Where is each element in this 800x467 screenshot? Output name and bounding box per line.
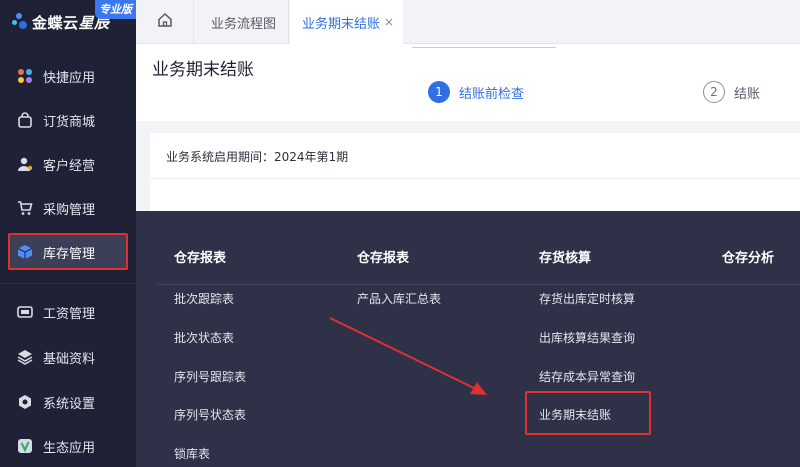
sidebar-item-customer[interactable]: 客户经营 [0, 144, 136, 184]
step-2[interactable]: 2 结账 [703, 81, 760, 103]
home-icon [157, 12, 173, 32]
sidebar: 金蝶云星辰 专业版 快捷应用 订货商城 客户经营 采购管理 库存管理 工资管理 … [0, 0, 136, 467]
tab-label: 业务期末结账 [302, 16, 381, 32]
sidebar-item-label: 采购管理 [43, 202, 96, 218]
divider [156, 284, 800, 285]
tab-period-end-closing[interactable]: 业务期末结账 × [290, 0, 403, 44]
sidebar-item-inventory[interactable]: 库存管理 [0, 232, 136, 272]
column-header: 存货核算 [539, 251, 592, 266]
menu-item-outbound-costing-query[interactable]: 出库核算结果查询 [539, 329, 635, 346]
divider [150, 178, 800, 179]
menu-item-batch-status[interactable]: 批次状态表 [174, 329, 234, 346]
sidebar-item-label: 基础资料 [43, 351, 96, 367]
payroll-icon [16, 303, 34, 321]
sidebar-item-ecosystem[interactable]: 生态应用 [0, 426, 136, 466]
close-icon[interactable]: × [384, 15, 394, 29]
menu-item-scheduled-outbound-costing[interactable]: 存货出库定时核算 [539, 290, 635, 307]
sidebar-item-label: 客户经营 [43, 158, 96, 174]
sidebar-item-label: 库存管理 [43, 246, 96, 262]
edition-badge: 专业版 [95, 0, 136, 19]
sidebar-item-label: 快捷应用 [43, 70, 96, 86]
step-label: 结账前检查 [459, 86, 525, 102]
column-header: 仓存报表 [174, 251, 227, 266]
customer-icon [16, 155, 34, 173]
tab-business-flow[interactable]: 业务流程图 [195, 0, 289, 44]
sidebar-item-quick-apps[interactable]: 快捷应用 [0, 56, 136, 96]
info-card: 业务系统启用期间：2024年第1期 [150, 133, 800, 211]
sidebar-item-order-mall[interactable]: 订货商城 [0, 100, 136, 140]
menu-item-stock-lock[interactable]: 锁库表 [174, 445, 210, 462]
sidebar-item-label: 工资管理 [43, 306, 96, 322]
sidebar-item-system-settings[interactable]: 系统设置 [0, 382, 136, 422]
page-header: 业务期末结账 1 结账前检查 2 结账 [136, 44, 800, 121]
logo-mark-icon [12, 13, 28, 31]
step-label: 结账 [734, 86, 761, 102]
step-number: 1 [428, 81, 450, 103]
highlight-annotation-box [525, 391, 651, 435]
settings-icon [16, 393, 34, 411]
sidebar-item-label: 生态应用 [43, 440, 96, 456]
inventory-box-icon [16, 243, 34, 261]
column-header: 仓存分析 [722, 251, 775, 266]
page-title: 业务期末结账 [152, 60, 254, 80]
sidebar-item-label: 订货商城 [43, 114, 96, 130]
logo[interactable]: 金蝶云星辰 专业版 [0, 0, 136, 44]
sidebar-item-purchase[interactable]: 采购管理 [0, 188, 136, 228]
enable-period-text: 业务系统启用期间：2024年第1期 [166, 150, 349, 164]
column-header: 仓存报表 [357, 251, 410, 266]
menu-item-closing-cost-anomaly[interactable]: 结存成本异常查询 [539, 368, 635, 385]
tab-bar: 业务流程图 业务期末结账 × [136, 0, 800, 44]
menu-item-product-inbound-summary[interactable]: 产品入库汇总表 [357, 290, 441, 307]
inventory-mega-menu: 仓存报表 仓存报表 存货核算 仓存分析 批次跟踪表 批次状态表 序列号跟踪表 序… [136, 211, 800, 467]
apps-grid-icon [16, 67, 34, 85]
sidebar-item-payroll[interactable]: 工资管理 [0, 292, 136, 332]
sidebar-item-label: 系统设置 [43, 396, 96, 412]
menu-item-batch-tracking[interactable]: 批次跟踪表 [174, 290, 234, 307]
menu-item-serial-tracking[interactable]: 序列号跟踪表 [174, 368, 246, 385]
menu-divider [0, 283, 136, 284]
layers-icon [16, 348, 34, 366]
tab-label: 业务流程图 [211, 16, 277, 32]
menu-item-serial-status[interactable]: 序列号状态表 [174, 406, 246, 423]
sidebar-item-base-data[interactable]: 基础资料 [0, 337, 136, 377]
step-connector [412, 47, 556, 48]
ecosystem-icon [16, 437, 34, 455]
cart-icon [16, 199, 34, 217]
step-number: 2 [703, 81, 725, 103]
home-tab[interactable] [136, 0, 194, 44]
shopping-bag-icon [16, 111, 34, 129]
step-1[interactable]: 1 结账前检查 [428, 81, 524, 103]
